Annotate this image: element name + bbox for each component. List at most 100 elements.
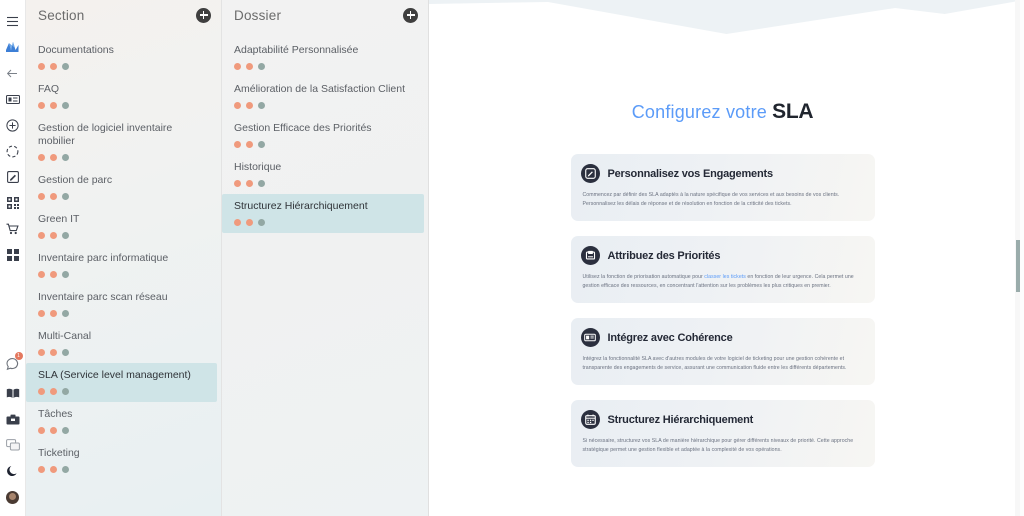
status-dots [38,102,209,109]
status-dot-orange [50,466,57,473]
status-dots [38,349,209,356]
section-list-item-label: SLA (Service level management) [38,369,191,381]
status-dot-gray [258,102,265,109]
status-dot-gray [62,193,69,200]
integration-modules-icon [580,328,600,347]
status-dot-gray [62,63,69,70]
status-dot-orange [38,232,45,239]
chat-icon[interactable] [2,432,24,458]
section-list-item[interactable]: Green IT [26,207,217,246]
status-dots [234,63,416,70]
qr-code-icon[interactable] [2,190,24,216]
status-dot-orange [38,193,45,200]
id-card-icon[interactable] [2,86,24,112]
status-dot-orange [50,271,57,278]
card-body-text: Intégrez la fonctionnalité SLA avec d'au… [582,356,847,371]
status-dot-orange [38,310,45,317]
card-header: Personnalisez vos Engagements [580,164,865,183]
status-dot-orange [38,271,45,278]
status-dot-gray [62,154,69,161]
section-list-item[interactable]: Gestion de parc [26,168,217,207]
card-body: Si nécessaire, structurez vos SLA de man… [581,437,865,455]
section-panel: Section Documentations FAQ Gestion de logi… [26,0,222,516]
dossier-list-item[interactable]: Historique [222,155,424,194]
hamburger-menu-icon[interactable] [2,8,24,34]
status-dot-orange [38,63,45,70]
info-card: Attribuez des Priorités Utilisez la fonct… [570,236,875,303]
status-dot-gray [62,427,69,434]
section-list-item[interactable]: Multi-Canal [26,324,217,363]
section-list-item[interactable]: FAQ [26,77,217,116]
inbox-icon[interactable] [2,406,24,432]
section-list-item[interactable]: Tâches [26,402,217,441]
page-title: Configurez votre SLA [429,100,1016,124]
card-body: Utilisez la fonction de priorisation aut… [581,273,865,291]
info-card: Intégrez avec Cohérence Intégrez la fonct… [570,318,875,385]
status-dots [38,310,209,317]
refresh-circle-icon[interactable] [2,138,24,164]
status-dot-orange [234,180,241,187]
status-dot-gray [258,63,265,70]
card-title: Personnalisez vos Engagements [607,167,774,180]
status-dot-orange [234,63,241,70]
info-cards-list: Personnalisez vos Engagements Commencez p… [429,154,1016,467]
add-dossier-button[interactable] [403,7,418,23]
section-list-item[interactable]: Inventaire parc scan réseau [26,285,217,324]
dossier-list-item-label: Gestion Efficace des Priorités [234,122,372,134]
status-dot-gray [62,388,69,395]
section-list-item-label: Tâches [38,408,73,420]
add-section-button[interactable] [196,7,211,23]
dossier-list-item[interactable]: Amélioration de la Satisfaction Client [222,77,424,116]
status-dot-gray [62,232,69,239]
section-list-item-label: Multi-Canal [38,330,92,342]
status-dots [38,271,209,278]
section-list-item[interactable]: Inventaire parc informatique [26,246,217,285]
dossier-list-item[interactable]: Adaptabilité Personnalisée [222,38,424,77]
status-dot-gray [62,466,69,473]
dossier-list-item-label: Structurez Hiérarchiquement [234,200,368,212]
card-body: Intégrez la fonctionnalité SLA avec d'au… [581,355,865,373]
plus-circle-icon[interactable] [2,112,24,138]
notification-bubble-icon[interactable]: 1 [2,351,24,377]
status-dot-orange [246,63,253,70]
section-panel-header: Section [26,0,221,30]
section-list-item[interactable]: Documentations [26,38,217,77]
shopping-cart-icon[interactable] [2,216,24,242]
dossier-list-item[interactable]: Gestion Efficace des Priorités [222,116,424,155]
section-list-item-label: Gestion de parc [38,174,113,186]
status-dot-gray [62,310,69,317]
section-list-item[interactable]: Ticketing [26,441,217,480]
status-dot-orange [38,388,45,395]
status-dots [234,141,416,148]
dossier-list-item[interactable]: Structurez Hiérarchiquement [222,194,424,233]
card-header: Attribuez des Priorités [580,246,865,265]
moon-dark-mode-icon[interactable] [2,458,24,484]
grid-apps-icon[interactable] [2,242,24,268]
page-title-strong: SLA [772,100,814,123]
edit-square-icon[interactable] [2,164,24,190]
card-title: Attribuez des Priorités [607,249,721,262]
avatar [6,490,19,504]
main-inner: Configurez votre SLA Personnalisez vos E… [429,100,1024,516]
status-dot-orange [234,219,241,226]
section-list-item-label: FAQ [38,83,60,95]
card-body-link[interactable]: classer les tickets [704,274,746,280]
user-avatar-icon[interactable] [2,484,24,510]
status-dot-orange [50,232,57,239]
section-list-item-label: Gestion de logiciel inventaire mobilier [38,122,173,147]
status-dots [38,193,209,200]
brand-logo-icon[interactable] [2,34,24,60]
back-arrow-icon[interactable] [2,60,24,86]
edit-pencil-square-icon [580,164,600,183]
notification-badge: 1 [14,352,23,360]
section-list-item[interactable]: Gestion de logiciel inventaire mobilier [26,116,217,168]
status-dot-gray [258,141,265,148]
status-dot-gray [258,219,265,226]
book-icon[interactable] [2,380,24,406]
status-dot-orange [50,154,57,161]
section-list-item[interactable]: SLA (Service level management) [26,363,217,402]
status-dot-orange [50,102,57,109]
card-body: Commencez par définir des SLA adaptés à … [581,191,865,209]
window-right-edge [1020,0,1024,516]
main-content-panel: Configurez votre SLA Personnalisez vos E… [429,0,1024,516]
